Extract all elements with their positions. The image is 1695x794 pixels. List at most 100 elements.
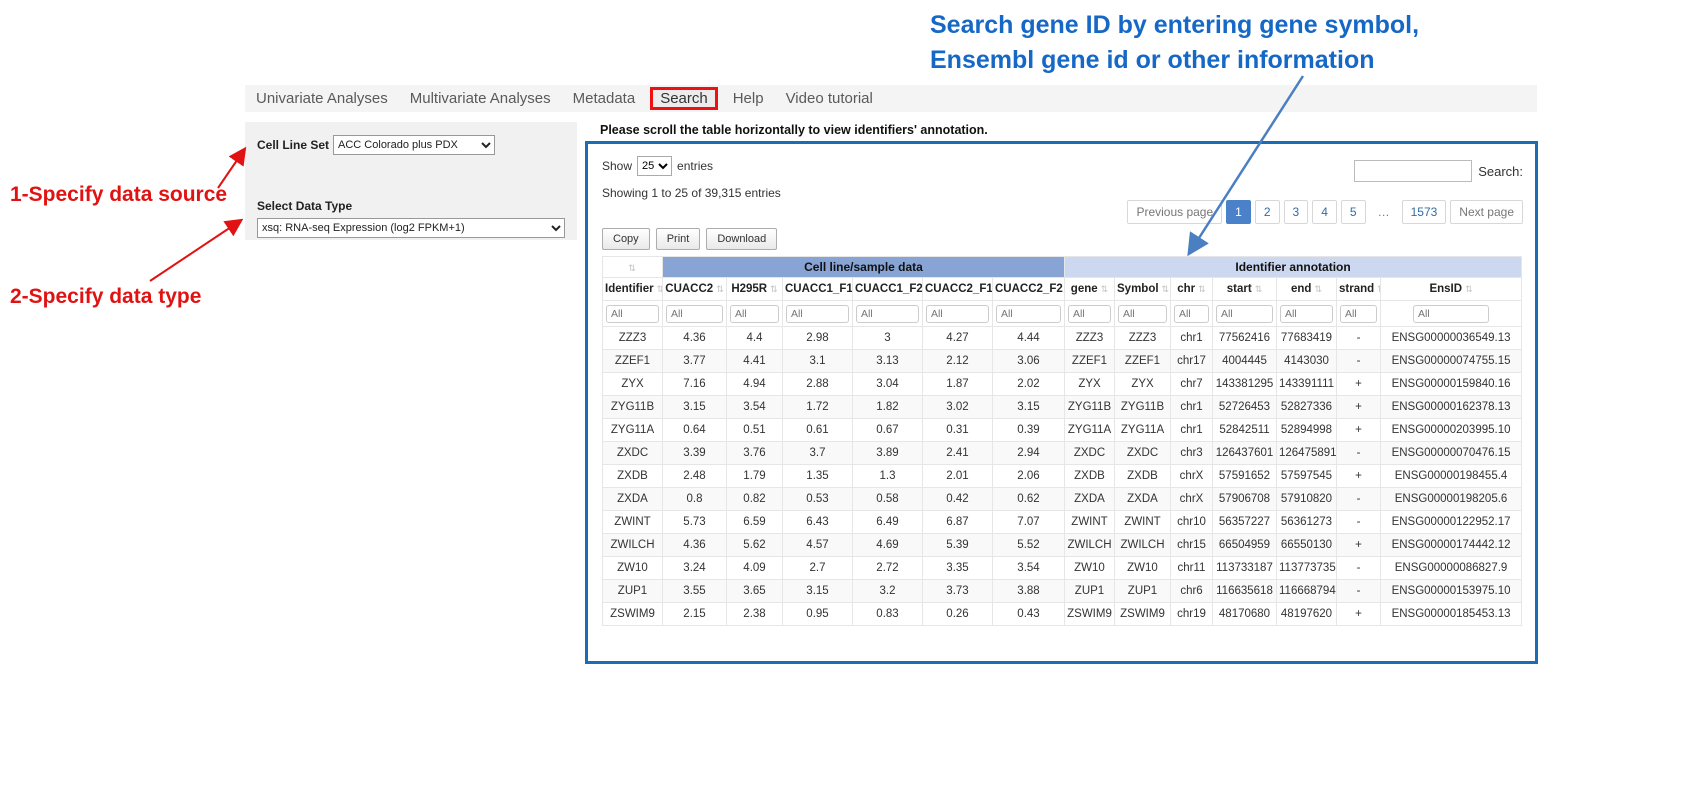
table-row[interactable]: ZYG11A0.640.510.610.670.310.39ZYG11AZYG1… — [603, 419, 1522, 442]
showing-entries-text: Showing 1 to 25 of 39,315 entries — [602, 186, 781, 200]
table-cell: ZYG11B — [603, 396, 663, 419]
table-row[interactable]: ZWINT5.736.596.436.496.877.07ZWINTZWINTc… — [603, 511, 1522, 534]
table-cell: ZWINT — [1115, 511, 1171, 534]
table-cell: 4.36 — [663, 534, 727, 557]
column-header-gene[interactable]: gene⇅ — [1065, 278, 1115, 301]
filter-input-start[interactable] — [1216, 305, 1273, 323]
sort-icon[interactable]: ⇅ — [628, 263, 636, 273]
nav-item-univariate-analyses[interactable]: Univariate Analyses — [245, 90, 399, 107]
page-button-5[interactable]: 5 — [1341, 200, 1366, 224]
page-size-select[interactable]: 25 — [637, 156, 672, 176]
table-cell: - — [1337, 488, 1381, 511]
table-row[interactable]: ZZZ34.364.42.9834.274.44ZZZ3ZZZ3chr17756… — [603, 327, 1522, 350]
table-cell: ZXDA — [603, 488, 663, 511]
table-cell: 3.89 — [853, 442, 923, 465]
table-cell: 7.16 — [663, 373, 727, 396]
column-header-h295r[interactable]: H295R⇅ — [727, 278, 783, 301]
table-row[interactable]: ZXDB2.481.791.351.32.012.06ZXDBZXDBchrX5… — [603, 465, 1522, 488]
table-cell: 56357227 — [1213, 511, 1277, 534]
table-cell: 2.12 — [923, 350, 993, 373]
nav-item-video-tutorial[interactable]: Video tutorial — [775, 90, 884, 107]
table-row[interactable]: ZWILCH4.365.624.574.695.395.52ZWILCHZWIL… — [603, 534, 1522, 557]
table-cell: 3.15 — [783, 580, 853, 603]
nav-item-search[interactable]: Search — [650, 87, 718, 110]
table-row[interactable]: ZXDA0.80.820.530.580.420.62ZXDAZXDAchrX5… — [603, 488, 1522, 511]
table-cell: 57591652 — [1213, 465, 1277, 488]
previous-page-button[interactable]: Previous page — [1127, 200, 1222, 224]
table-cell: 52726453 — [1213, 396, 1277, 419]
table-cell: 0.82 — [727, 488, 783, 511]
filter-input-ensid[interactable] — [1413, 305, 1489, 323]
table-row[interactable]: ZXDC3.393.763.73.892.412.94ZXDCZXDCchr31… — [603, 442, 1522, 465]
column-header-strand[interactable]: strand⇅ — [1337, 278, 1381, 301]
next-page-button[interactable]: Next page — [1450, 200, 1523, 224]
filter-input-symbol[interactable] — [1118, 305, 1167, 323]
table-search-input[interactable] — [1354, 160, 1472, 182]
filter-input-chr[interactable] — [1174, 305, 1209, 323]
table-row[interactable]: ZUP13.553.653.153.23.733.88ZUP1ZUP1chr61… — [603, 580, 1522, 603]
column-header-cuacc2-f2[interactable]: CUACC2_F2⇅ — [993, 278, 1065, 301]
table-cell: 2.72 — [853, 557, 923, 580]
print-button[interactable]: Print — [656, 228, 701, 250]
table-cell: ZW10 — [1065, 557, 1115, 580]
scroll-hint: Please scroll the table horizontally to … — [600, 123, 988, 137]
table-cell: 4.36 — [663, 327, 727, 350]
search-label: Search: — [1478, 164, 1523, 179]
column-header-cuacc2-f1[interactable]: CUACC2_F1⇅ — [923, 278, 993, 301]
copy-button[interactable]: Copy — [602, 228, 650, 250]
filter-input-cuacc1-f2[interactable] — [856, 305, 919, 323]
nav-item-help[interactable]: Help — [722, 90, 775, 107]
page-button-3[interactable]: 3 — [1284, 200, 1309, 224]
filter-input-end[interactable] — [1280, 305, 1333, 323]
nav-item-multivariate-analyses[interactable]: Multivariate Analyses — [399, 90, 562, 107]
group-header-identifier-annotation: Identifier annotation — [1065, 257, 1522, 278]
table-cell: ZWINT — [603, 511, 663, 534]
column-header-ensid[interactable]: EnsID⇅ — [1381, 278, 1522, 301]
page-ellipsis[interactable]: … — [1370, 201, 1398, 223]
filter-input-cuacc2-f2[interactable] — [996, 305, 1061, 323]
search-tip-line2: Ensembl gene id or other information — [930, 43, 1470, 78]
page-button-1573[interactable]: 1573 — [1402, 200, 1447, 224]
data-type-select[interactable]: xsq: RNA-seq Expression (log2 FPKM+1) — [257, 218, 565, 238]
table-cell: - — [1337, 442, 1381, 465]
table-toolbar: Copy PrintDownload — [602, 228, 783, 250]
column-header-start[interactable]: start⇅ — [1213, 278, 1277, 301]
filter-input-strand[interactable] — [1340, 305, 1377, 323]
column-header-cuacc2[interactable]: CUACC2⇅ — [663, 278, 727, 301]
table-row[interactable]: ZZEF13.774.413.13.132.123.06ZZEF1ZZEF1ch… — [603, 350, 1522, 373]
filter-input-h295r[interactable] — [730, 305, 779, 323]
table-cell: 143391111 — [1277, 373, 1337, 396]
column-header-cuacc1-f2[interactable]: CUACC1_F2⇅ — [853, 278, 923, 301]
table-cell: ZWINT — [1065, 511, 1115, 534]
filter-input-cuacc2[interactable] — [666, 305, 723, 323]
page-button-2[interactable]: 2 — [1255, 200, 1280, 224]
table-cell: + — [1337, 396, 1381, 419]
filter-input-identifier[interactable] — [606, 305, 659, 323]
table-cell: ZXDA — [1115, 488, 1171, 511]
table-cell: 0.31 — [923, 419, 993, 442]
table-cell: 0.51 — [727, 419, 783, 442]
table-row[interactable]: ZYG11B3.153.541.721.823.023.15ZYG11BZYG1… — [603, 396, 1522, 419]
column-header-identifier[interactable]: Identifier⇅ — [603, 278, 663, 301]
column-header-end[interactable]: end⇅ — [1277, 278, 1337, 301]
filter-input-cuacc1-f1[interactable] — [786, 305, 849, 323]
column-header-cuacc1-f1[interactable]: CUACC1_F1⇅ — [783, 278, 853, 301]
column-header-chr[interactable]: chr⇅ — [1171, 278, 1213, 301]
filter-input-gene[interactable] — [1068, 305, 1111, 323]
filter-input-cuacc2-f1[interactable] — [926, 305, 989, 323]
cell-line-set-select[interactable]: ACC Colorado plus PDX — [333, 135, 495, 155]
download-button[interactable]: Download — [706, 228, 777, 250]
table-row[interactable]: ZYX7.164.942.883.041.872.02ZYXZYXchr7143… — [603, 373, 1522, 396]
nav-item-metadata[interactable]: Metadata — [562, 90, 647, 107]
page-button-4[interactable]: 4 — [1312, 200, 1337, 224]
sort-icon: ⇅ — [1314, 284, 1322, 294]
table-row[interactable]: ZSWIM92.152.380.950.830.260.43ZSWIM9ZSWI… — [603, 603, 1522, 626]
table-cell: chr7 — [1171, 373, 1213, 396]
table-cell: 3.35 — [923, 557, 993, 580]
table-cell: 3.1 — [783, 350, 853, 373]
table-row[interactable]: ZW103.244.092.72.723.353.54ZW10ZW10chr11… — [603, 557, 1522, 580]
page-button-1[interactable]: 1 — [1226, 200, 1251, 224]
table-cell: 6.59 — [727, 511, 783, 534]
column-header-symbol[interactable]: Symbol⇅ — [1115, 278, 1171, 301]
table-cell: ZW10 — [603, 557, 663, 580]
